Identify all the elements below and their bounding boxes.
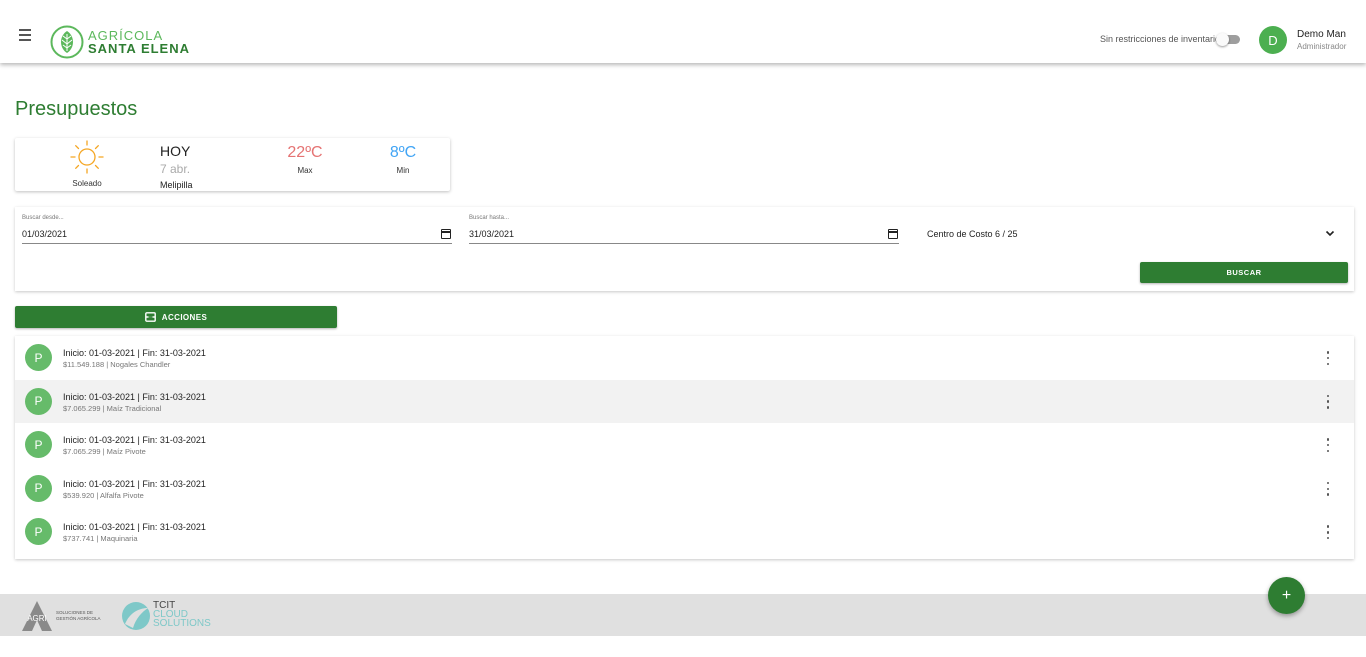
weather-card: Soleado HOY 7 abr. Melipilla 22ºC Max 8º… [15, 138, 450, 191]
item-avatar: P [25, 431, 52, 459]
agri-logo-icon: AGRI [22, 601, 52, 631]
agri-mark-text: AGRI [27, 614, 47, 623]
agri-line-2: GESTIÓN AGRÍCOLA [56, 616, 101, 621]
more-vert-icon[interactable] [1322, 394, 1334, 409]
more-vert-icon[interactable] [1322, 525, 1334, 540]
item-subtitle: $539.920 | Alfalfa Pivote [63, 490, 144, 500]
max-temperature-label: Max [297, 166, 313, 175]
more-vert-icon[interactable] [1322, 481, 1334, 496]
add-budget-button[interactable]: + [1268, 577, 1305, 614]
user-avatar[interactable]: D [1259, 26, 1287, 54]
tcit-line-3: SOLUTIONS [153, 618, 211, 629]
more-vert-icon[interactable] [1322, 351, 1334, 365]
item-title: Inicio: 01-03-2021 | Fin: 31-03-2021 [63, 391, 206, 402]
top-app-bar: AGRÍCOLA SANTA ELENA Sin restricciones d… [0, 0, 1366, 63]
item-avatar: P [25, 474, 52, 502]
weather-date: 7 abr. [160, 162, 191, 176]
item-title: Inicio: 01-03-2021 | Fin: 31-03-2021 [63, 478, 206, 489]
search-button[interactable]: BUSCAR [1140, 262, 1348, 283]
calendar-icon[interactable] [441, 229, 451, 239]
weather-condition: Soleado [72, 179, 102, 188]
weather-location: Melipilla [160, 180, 193, 190]
min-temperature: 8ºC [389, 144, 417, 161]
inbox-icon [144, 312, 156, 322]
list-item[interactable]: P Inicio: 01-03-2021 | Fin: 31-03-2021 $… [15, 510, 1354, 554]
sun-icon [70, 140, 104, 174]
list-item[interactable]: P Inicio: 01-03-2021 | Fin: 31-03-2021 $… [15, 423, 1354, 467]
user-role: Administrador [1297, 42, 1347, 51]
to-date-label: Buscar hasta... [469, 215, 510, 221]
item-subtitle: $11.549.188 | Nogales Chandler [63, 360, 171, 369]
item-subtitle: $7.065.299 | Maíz Pivote [63, 447, 146, 457]
cost-center-select[interactable]: Centro de Costo 6 / 25 [927, 229, 1018, 239]
inventory-toggle-label: Sin restricciones de inventario [1100, 34, 1221, 44]
item-subtitle: $737.741 | Maquinaria [63, 534, 138, 544]
toggle-knob [1216, 33, 1229, 46]
max-temperature: 22ºC [287, 144, 323, 161]
more-vert-icon[interactable] [1322, 438, 1334, 453]
from-date-input[interactable]: 01/03/2021 [22, 229, 67, 239]
leaf-logo-icon [50, 25, 84, 59]
filter-card: Buscar desde... 01/03/2021 Buscar hasta.… [15, 207, 1354, 291]
actions-label: ACCIONES [161, 312, 208, 322]
inventory-toggle[interactable] [1216, 33, 1240, 46]
tcit-logo-icon [122, 602, 150, 630]
chevron-down-icon[interactable] [1325, 230, 1335, 237]
list-item[interactable]: P Inicio: 01-03-2021 | Fin: 31-03-2021 $… [15, 379, 1354, 424]
item-avatar: P [25, 518, 52, 546]
tcit-wordmark: TCIT CLOUD SOLUTIONS [153, 601, 211, 629]
footer: AGRI SOLUCIONES DE GESTIÓN AGRÍCOLA TCIT… [0, 594, 1366, 636]
item-subtitle: $7.065.299 | Maíz Tradicional [63, 403, 162, 413]
weather-day: HOY [160, 143, 191, 159]
menu-icon[interactable] [16, 29, 34, 43]
budget-list: P Inicio: 01-03-2021 | Fin: 31-03-2021 $… [15, 336, 1354, 559]
item-title: Inicio: 01-03-2021 | Fin: 31-03-2021 [63, 435, 206, 446]
from-date-label: Buscar desde... [22, 215, 64, 221]
actions-button[interactable]: ACCIONES [15, 306, 337, 328]
logo-line-2: SANTA ELENA [88, 41, 190, 56]
from-date-underline [22, 243, 452, 244]
min-temperature-label: Min [396, 166, 410, 175]
user-name: Demo Man [1297, 29, 1346, 40]
item-title: Inicio: 01-03-2021 | Fin: 31-03-2021 [63, 348, 206, 358]
to-date-input[interactable]: 31/03/2021 [469, 229, 514, 239]
to-date-underline [469, 243, 899, 244]
list-item[interactable]: P Inicio: 01-03-2021 | Fin: 31-03-2021 $… [15, 336, 1354, 380]
item-title: Inicio: 01-03-2021 | Fin: 31-03-2021 [63, 522, 206, 533]
company-logo[interactable]: AGRÍCOLA SANTA ELENA [50, 25, 190, 59]
agri-tagline: SOLUCIONES DE GESTIÓN AGRÍCOLA [56, 610, 101, 622]
calendar-icon[interactable] [888, 229, 898, 239]
list-item[interactable]: P Inicio: 01-03-2021 | Fin: 31-03-2021 $… [15, 467, 1354, 511]
page-title: Presupuestos [15, 98, 138, 120]
item-avatar: P [25, 344, 52, 371]
item-avatar: P [25, 387, 52, 415]
